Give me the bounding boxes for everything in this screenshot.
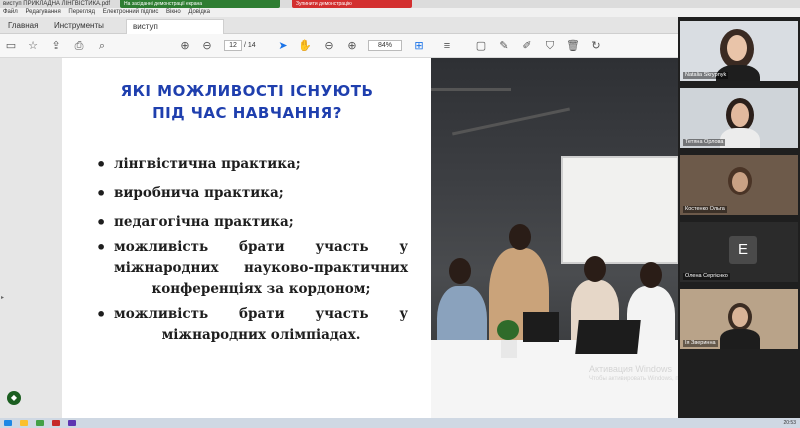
participant-name: Олена Сергієнко [683,273,730,280]
pdf-app-icon[interactable] [52,420,60,426]
upload-icon[interactable]: ⇪ [49,39,63,53]
comment-icon[interactable]: ▢ [474,39,488,53]
menu-edit[interactable]: Редагування [25,9,60,15]
participant-tile[interactable]: Natalia Skrypnyk [680,21,798,81]
menu-view[interactable]: Перегляд [68,9,95,15]
rotate-icon[interactable]: ↻ [589,39,603,53]
person-head [449,258,471,284]
windows-activation-watermark: Активация Windows Чтобы активировать Win… [589,364,678,384]
watermark-title: Активация Windows [589,364,672,374]
slide-title: ЯКІ МОЖЛИВОСТІ ІСНУЮТЬ ПІД ЧАС НАВЧАННЯ? [62,80,432,124]
plant-pot [501,340,517,358]
scroll-mode-icon[interactable]: ≡ [440,39,454,53]
expand-panel-icon[interactable]: ▸ [1,294,4,301]
tab-document[interactable]: виступ ПРИКЛАДН...✕ [126,19,224,45]
hand-tool-icon[interactable]: ✋ [298,39,312,53]
bullet-item: можливість брати участь у міжнародних ол… [96,304,408,346]
participant-tile[interactable]: Е Олена Сергієнко [680,222,798,282]
tab-tools[interactable]: Инструменты [48,19,110,34]
tab-bar: Главная Инструменты виступ ПРИКЛАДН...✕ [0,17,678,45]
app-launcher-icon[interactable]: ◆ [7,391,21,405]
bullet-text: можливість брати участь у міжнародних на… [114,239,408,276]
participant-name: Тетяна Орлова [683,139,726,146]
participant-face [732,307,748,327]
bullet-item: можливість брати участь у міжнародних на… [96,237,408,300]
pdf-page: ЯКІ МОЖЛИВОСТІ ІСНУЮТЬ ПІД ЧАС НАВЧАННЯ?… [62,58,678,418]
bullet-list: лінгвістична практика; виробнича практик… [96,154,408,354]
participant-body [720,128,760,148]
bookmark-star-icon[interactable]: ☆ [26,39,40,53]
bullet-text: міжнародних олімпіадах. [161,327,361,343]
participant-name: Ія Зверинна [683,340,718,347]
page-total: / 14 [243,42,256,49]
browser-icon[interactable] [36,420,44,426]
pen-icon[interactable]: ✎ [497,39,511,53]
participant-face [731,103,749,127]
participant-name: Костенко Ольга [683,206,727,213]
menu-help[interactable]: Довідка [188,9,210,15]
delete-icon[interactable]: 🗑 [566,39,580,53]
meeting-app-icon[interactable] [68,420,76,426]
person-head [509,224,531,250]
page-up-icon[interactable]: ⊕ [178,39,192,53]
whiteboard [561,156,678,264]
zoom-in-icon[interactable]: ⊕ [345,39,359,53]
stop-sharing-button[interactable]: Зупинити демонстрацію [292,0,412,8]
zoom-out-icon[interactable]: ⊖ [322,39,336,53]
sharing-notification: На засіданні демонстрації екрана [120,0,280,8]
page-down-icon[interactable]: ⊖ [200,39,214,53]
fit-page-icon[interactable]: ⊞ [412,39,426,53]
stamp-icon[interactable]: ⛉ [543,39,557,53]
slide-title-line-2: ПІД ЧАС НАВЧАННЯ? [152,104,342,122]
participant-name: Natalia Skrypnyk [683,72,729,79]
print-icon[interactable]: ⎙ [72,39,86,53]
menu-e-signature[interactable]: Електронний підпис [103,9,159,15]
bullet-item: лінгвістична практика; [96,154,408,175]
participant-body [720,329,760,349]
tab-home[interactable]: Главная [2,19,44,34]
toolbar: ▭ ☆ ⇪ ⎙ ⌕ ⊕ ⊖ 12 / 14 ➤ ✋ ⊖ ⊕ 84% ⊞ ≡ ▢ … [0,34,678,58]
participant-avatar: Е [729,236,757,264]
page-number-input[interactable]: 12 [224,40,242,51]
page-indicator: 12 / 14 [224,40,256,51]
select-cursor-icon[interactable]: ➤ [276,39,290,53]
menu-bar: Файл Редагування Перегляд Електронний пі… [0,8,800,17]
screen: виступ ПРИКЛАДНА ЛІНГВІСТИКА.pdf На засі… [0,0,800,428]
bullet-text: можливість брати участь у [114,306,408,322]
zoom-select[interactable]: 84% [368,40,402,51]
window-title: виступ ПРИКЛАДНА ЛІНГВІСТИКА.pdf [3,1,111,7]
laptop [523,312,559,342]
person-head [640,262,662,288]
participant-face [727,35,747,61]
taskbar: 20:53 [0,418,800,428]
plant [497,320,519,340]
bullet-text: конференціях за кордоном; [151,281,371,297]
person-head [584,256,606,282]
participant-tile[interactable]: Ія Зверинна [680,289,798,349]
laptop [575,320,641,354]
ceiling-beam [451,107,571,136]
office-photo: Активация Windows Чтобы активировать Win… [431,58,678,418]
bullet-item: педагогічна практика; [96,212,408,233]
search-icon[interactable]: ⌕ [95,39,109,53]
watermark-subtitle: Чтобы активировать Windows, перейдите в [589,376,678,382]
highlight-icon[interactable]: ✐ [520,39,534,53]
participant-tile[interactable]: Костенко Ольга [680,155,798,215]
left-pane: ▸ [0,58,62,418]
slide-title-line-1: ЯКІ МОЖЛИВОСТІ ІСНУЮТЬ [120,82,374,100]
start-icon[interactable] [4,420,12,426]
participants-panel: Natalia Skrypnyk Тетяна Орлова Костенко … [678,17,800,418]
participant-face [732,172,748,192]
explorer-icon[interactable] [20,420,28,426]
system-clock: 20:53 [783,420,796,426]
bullet-item: виробнича практика; [96,183,408,204]
menu-window[interactable]: Вікно [166,9,181,15]
menu-file[interactable]: Файл [3,9,18,15]
participant-tile[interactable]: Тетяна Орлова [680,88,798,148]
ceiling-beam [431,88,511,91]
save-icon[interactable]: ▭ [4,39,18,53]
